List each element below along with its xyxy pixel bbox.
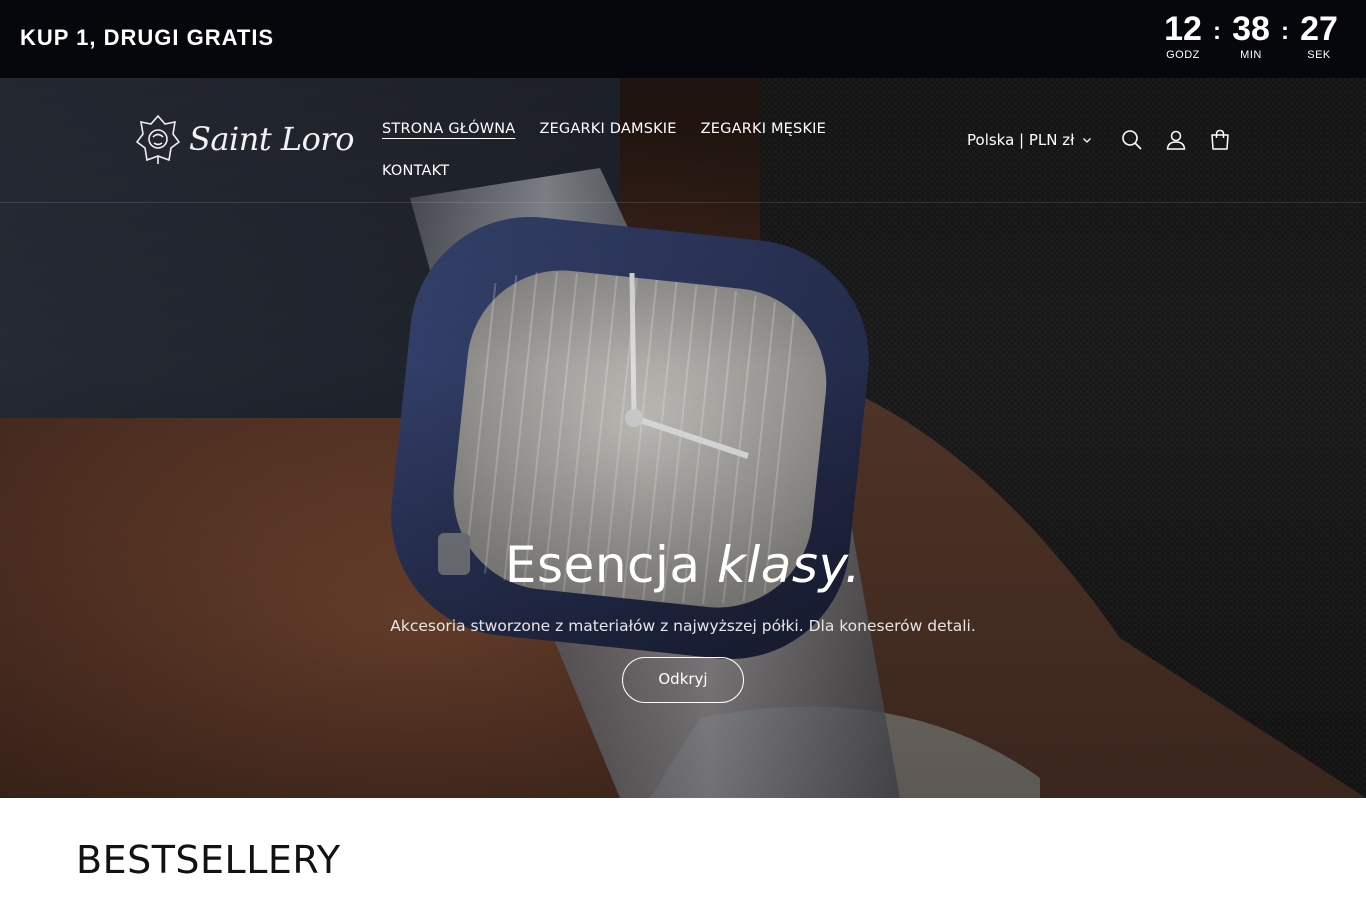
countdown-separator: : <box>1281 18 1289 45</box>
main-navigation: STRONA GŁÓWNA ZEGARKI DAMSKIE ZEGARKI MĘ… <box>382 108 942 192</box>
site-header: Saint Loro STRONA GŁÓWNA ZEGARKI DAMSKIE… <box>0 78 1366 203</box>
nav-item-home[interactable]: STRONA GŁÓWNA <box>382 121 515 137</box>
bestsellers-section: BESTSELLERY <box>76 836 341 884</box>
hero-title-main: Esencja <box>504 536 717 594</box>
nav-item-mens-watches[interactable]: ZEGARKI MĘSKIE <box>701 121 826 137</box>
country-currency-label: Polska | PLN zł <box>967 131 1075 149</box>
country-currency-selector[interactable]: Polska | PLN zł <box>967 131 1092 149</box>
countdown-hours: 12 GODZ <box>1158 10 1208 62</box>
cart-icon[interactable] <box>1208 128 1232 152</box>
countdown-minutes-value: 38 <box>1232 10 1270 48</box>
countdown-timer: 12 GODZ : 38 MIN : 27 SEK <box>1158 10 1344 62</box>
brand-logo-text: Saint Loro <box>189 120 354 158</box>
hero-subtitle: Akcesoria stworzone z materiałów z najwy… <box>390 617 976 635</box>
search-icon[interactable] <box>1120 128 1144 152</box>
chevron-down-icon <box>1083 138 1092 143</box>
hero-title: Esencja klasy. <box>0 533 1366 597</box>
bestsellers-heading: BESTSELLERY <box>76 838 341 882</box>
countdown-hours-label: GODZ <box>1166 49 1200 61</box>
countdown-seconds: 27 SEK <box>1294 10 1344 62</box>
nav-item-womens-watches[interactable]: ZEGARKI DAMSKIE <box>539 121 676 137</box>
hero-content: Esencja klasy. Akcesoria stworzone z mat… <box>0 533 1366 703</box>
countdown-hours-value: 12 <box>1164 10 1202 48</box>
countdown-seconds-label: SEK <box>1307 49 1331 61</box>
header-actions: Polska | PLN zł <box>967 122 1232 158</box>
discover-button[interactable]: Odkryj <box>622 657 744 703</box>
countdown-separator: : <box>1213 18 1221 45</box>
countdown-minutes: 38 MIN <box>1226 10 1276 62</box>
nav-item-contact[interactable]: KONTAKT <box>382 163 449 179</box>
announcement-bar: KUP 1, DRUGI GRATIS 12 GODZ : 38 MIN : 2… <box>0 0 1366 78</box>
brand-logo[interactable]: Saint Loro <box>135 112 354 166</box>
hero-title-emphasis: klasy. <box>716 536 862 594</box>
countdown-seconds-value: 27 <box>1300 10 1338 48</box>
account-icon[interactable] <box>1164 128 1188 152</box>
promo-text: KUP 1, DRUGI GRATIS <box>20 25 275 50</box>
lion-crest-icon <box>135 114 181 164</box>
countdown-minutes-label: MIN <box>1240 49 1262 61</box>
hero-banner: Saint Loro STRONA GŁÓWNA ZEGARKI DAMSKIE… <box>0 78 1366 798</box>
